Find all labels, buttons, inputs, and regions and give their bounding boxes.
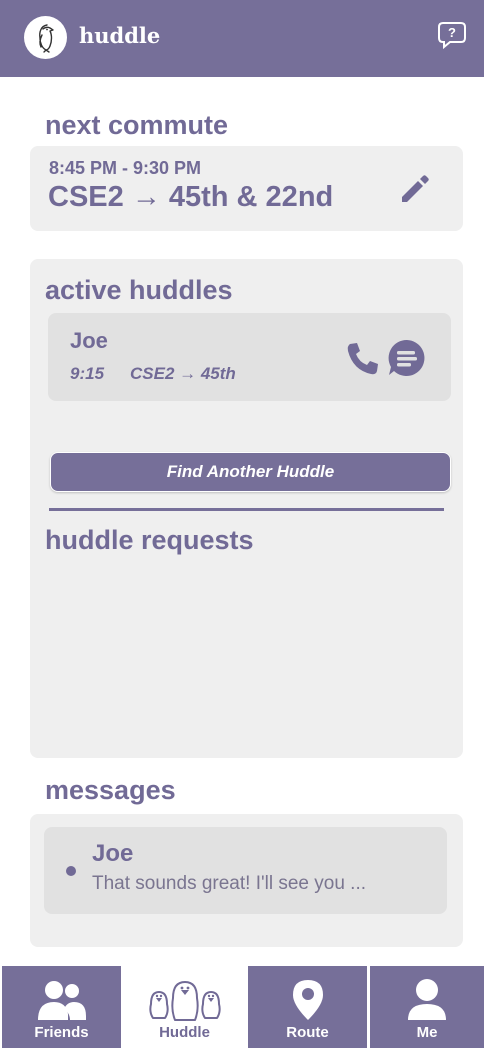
app-title: huddle: [79, 23, 161, 48]
friends-icon: [37, 981, 86, 1020]
messages-card: Joe That sounds great! I'll see you ...: [30, 814, 463, 947]
penguin-logo-icon: [24, 16, 67, 59]
commute-time: 8:45 PM - 9:30 PM: [49, 158, 202, 178]
huddle-name: Joe: [70, 328, 108, 353]
tab-huddle[interactable]: Huddle: [124, 966, 245, 1048]
active-huddles-card: active huddles Joe 9:15 CSE2 → 45th Find…: [30, 259, 463, 758]
message-sender: Joe: [92, 840, 134, 867]
commute-route: CSE2 → 45th & 22nd: [48, 181, 334, 213]
message-button[interactable]: [386, 337, 428, 379]
svg-text:?: ?: [448, 25, 456, 40]
app-header: huddle ?: [0, 0, 484, 77]
tab-label: Me: [416, 1024, 438, 1041]
phone-icon: [347, 343, 378, 375]
unread-dot-icon: [66, 866, 76, 876]
huddle-route: CSE2 → 45th: [130, 364, 236, 383]
message-item[interactable]: Joe That sounds great! I'll see you ...: [44, 827, 447, 914]
next-commute-title: next commute: [45, 110, 229, 140]
call-button[interactable]: [344, 340, 382, 378]
tab-label: Friends: [34, 1024, 89, 1041]
next-commute-card[interactable]: 8:45 PM - 9:30 PM CSE2 → 45th & 22nd: [30, 146, 463, 231]
chat-bubble-icon: [388, 339, 425, 376]
tab-me[interactable]: Me: [370, 966, 484, 1048]
huddle-requests-title: huddle requests: [45, 525, 254, 555]
tab-route[interactable]: Route: [248, 966, 367, 1048]
tab-friends[interactable]: Friends: [2, 966, 121, 1048]
find-another-huddle-button[interactable]: Find Another Huddle: [50, 452, 451, 492]
huddle-item[interactable]: Joe 9:15 CSE2 → 45th: [48, 313, 451, 401]
person-icon: [408, 979, 446, 1020]
help-chat-icon: ?: [438, 22, 466, 50]
messages-title: messages: [45, 775, 176, 805]
section-divider: [49, 508, 444, 511]
tab-label: Huddle: [159, 1024, 210, 1041]
penguins-icon: [148, 981, 221, 1021]
edit-commute-button[interactable]: [398, 171, 432, 205]
bottom-tab-bar: Friends Huddle Route Me: [0, 966, 484, 1048]
message-preview: That sounds great! I'll see you ...: [92, 873, 366, 894]
huddle-time: 9:15: [70, 364, 105, 383]
pencil-icon: [402, 175, 429, 202]
map-pin-icon: [292, 980, 323, 1020]
tab-label: Route: [286, 1024, 329, 1041]
help-chat-button[interactable]: ?: [436, 20, 468, 50]
active-huddles-title: active huddles: [45, 275, 233, 305]
